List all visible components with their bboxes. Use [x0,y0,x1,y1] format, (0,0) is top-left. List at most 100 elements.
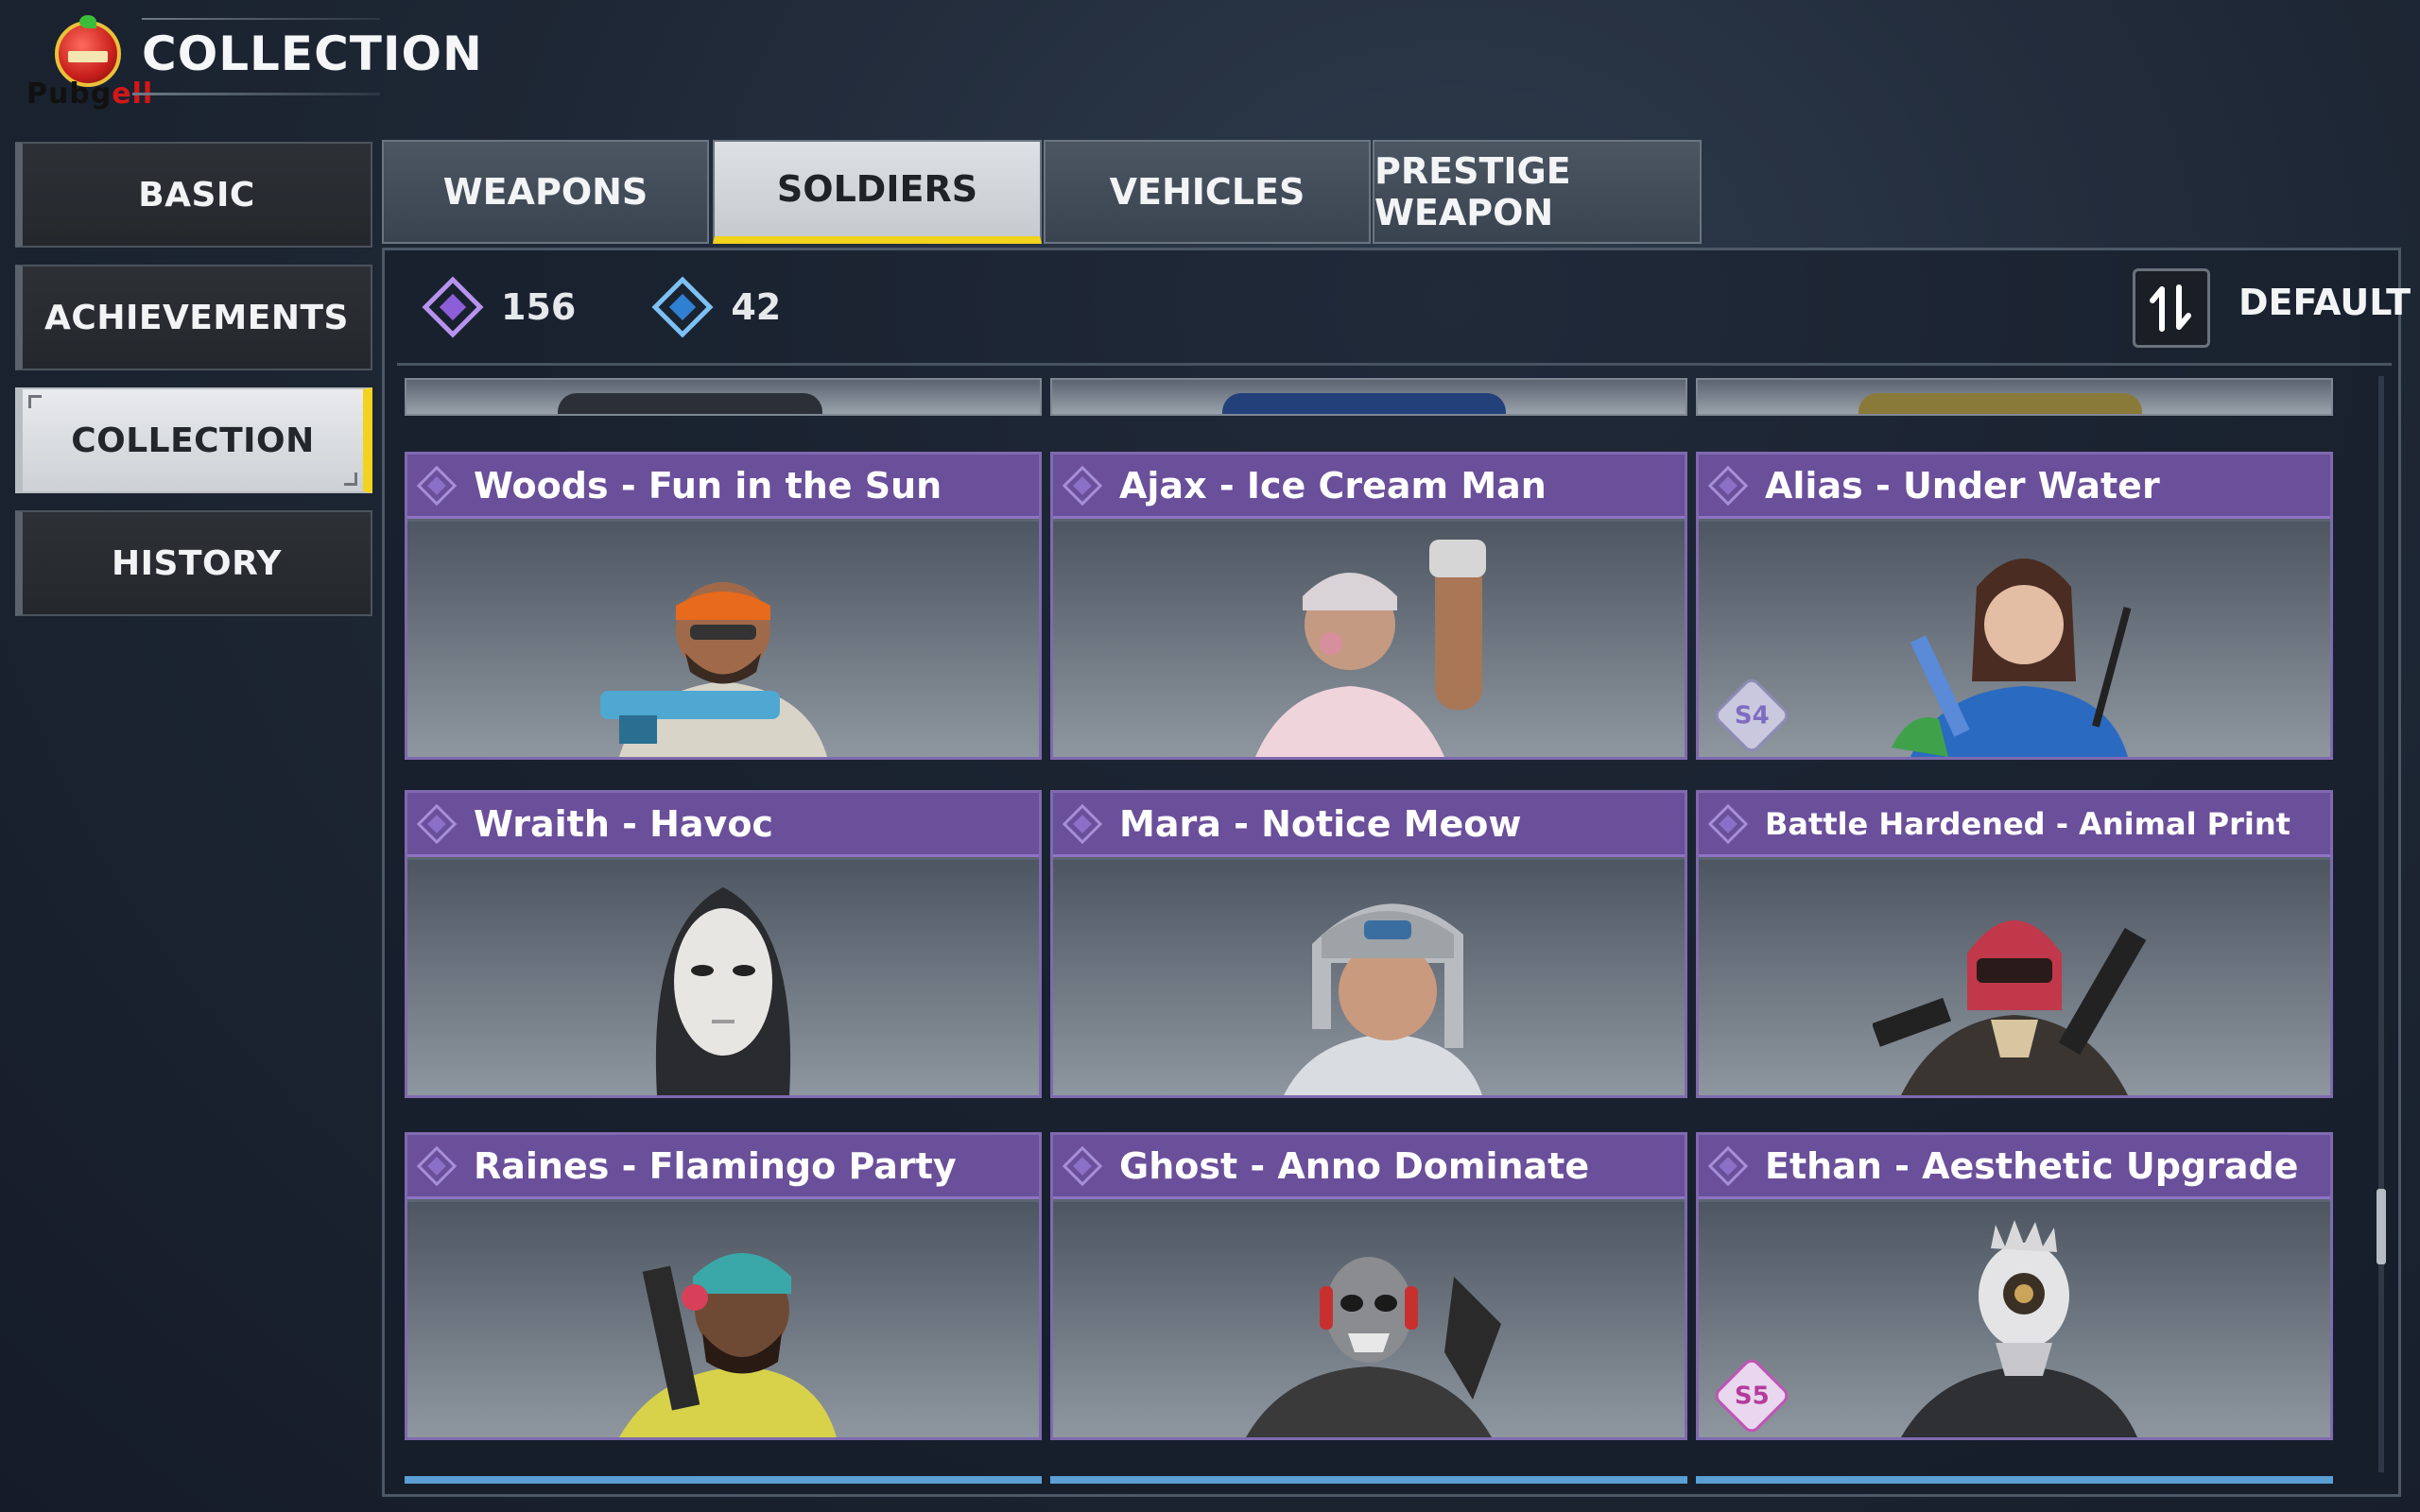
sort-button[interactable] [2133,268,2210,348]
logo-leaf [79,15,96,28]
soldier-portrait [1255,540,1486,757]
card-title-bar: Alias - Under Water [1699,455,2330,519]
portrait-peek [1858,393,2142,414]
rarity-stats: 156 42 [422,274,866,340]
soldier-card[interactable]: Battle Hardened - Animal Print [1696,790,2333,1098]
portrait-peek [1222,393,1506,414]
soldier-portrait [619,1253,837,1437]
sidebar-item-basic[interactable]: BASIC [15,142,372,248]
card-peek [1696,378,2333,416]
soldier-card[interactable]: Ethan - Aesthetic Upgrade S5 [1696,1132,2333,1440]
purple-diamond-icon [422,276,484,338]
stats-divider [397,363,2392,366]
card-title: Ghost - Anno Dominate [1119,1144,1590,1187]
corner-bracket [344,472,357,486]
card-image [1053,1202,1685,1437]
tab-label: PRESTIGE WEAPON [1374,150,1571,233]
card-title-bar: Mara - Notice Meow [1053,793,1685,857]
card-title-bar: Ajax - Ice Cream Man [1053,455,1685,519]
scroll-track [2378,376,2384,1472]
soldier-card[interactable]: Woods - Fun in the Sun [405,452,1042,760]
soldier-portrait [1284,903,1482,1095]
sidebar-item-label: HISTORY [112,543,282,583]
soldier-portrait [1901,1220,2137,1437]
card-peek [1050,1476,1687,1484]
sort-toggle-icon [2150,284,2191,332]
rarity-diamond-icon [1707,1145,1749,1186]
sidebar-item-label: BASIC [138,175,255,215]
card-peek [1696,1476,2333,1484]
rarity-diamond-icon [416,1145,458,1186]
sidebar-item-label: ACHIEVEMENTS [44,298,349,337]
card-title-bar: Wraith - Havoc [407,793,1039,857]
card-image [407,522,1039,757]
card-title: Battle Hardened - Animal Print [1765,805,2290,842]
sidebar-item-label: COLLECTION [71,421,315,460]
rarity-diamond-icon [1062,465,1103,506]
card-image: S5 [1699,1202,2330,1437]
card-title: Woods - Fun in the Sun [474,464,942,507]
soldier-portrait [655,887,791,1095]
soldier-card[interactable]: Mara - Notice Meow [1050,790,1687,1098]
sidebar-item-history[interactable]: HISTORY [15,510,372,616]
card-title-bar: Ethan - Aesthetic Upgrade [1699,1135,2330,1199]
card-image: S4 [1699,522,2330,757]
season-badge-icon: S5 [1711,1355,1792,1436]
card-image [407,1202,1039,1437]
sidebar-item-achievements[interactable]: ACHIEVEMENTS [15,265,372,370]
rarity-diamond-icon [416,803,458,844]
tab-prestige-weapon[interactable]: PRESTIGE WEAPON [1373,140,1702,244]
tab-label: VEHICLES [1109,171,1305,213]
sort-label: DEFAULT [2238,282,2411,323]
soldier-card[interactable]: Ajax - Ice Cream Man [1050,452,1687,760]
card-image [1053,860,1685,1095]
page-title: COLLECTION [142,26,483,81]
card-title: Mara - Notice Meow [1119,802,1522,845]
soldier-portrait [1246,1257,1501,1437]
sidebar-item-collection[interactable]: COLLECTION [15,387,372,493]
soldier-card[interactable]: Raines - Flamingo Party [405,1132,1042,1440]
rarity-diamond-icon [1062,803,1103,844]
card-title: Alias - Under Water [1765,464,2160,507]
tab-soldiers[interactable]: SOLDIERS [713,140,1042,244]
soldier-card[interactable]: Ghost - Anno Dominate [1050,1132,1687,1440]
rarity-diamond-icon [1062,1145,1103,1186]
card-title: Wraith - Havoc [474,802,773,845]
card-peek [1050,378,1687,416]
rarity-diamond-icon [1707,465,1749,506]
card-title-bar: Woods - Fun in the Sun [407,455,1039,519]
scrollbar-thumb[interactable] [2377,1189,2386,1264]
soldier-portrait [1873,920,2147,1095]
portrait-peek [558,393,822,414]
header-divider-top [142,18,380,20]
card-image [407,860,1039,1095]
app-logo: Pubgell [26,15,152,111]
tab-vehicles[interactable]: VEHICLES [1044,140,1371,244]
blue-rarity-count: 42 [731,286,782,328]
card-title-bar: Battle Hardened - Animal Print [1699,793,2330,857]
soldier-card[interactable]: Wraith - Havoc [405,790,1042,1098]
card-image [1699,860,2330,1095]
card-peek [405,1476,1042,1484]
card-title-bar: Raines - Flamingo Party [407,1135,1039,1199]
rarity-diamond-icon [1707,803,1749,844]
card-image [1053,522,1685,757]
blue-rarity-stat: 42 [651,276,782,338]
purple-rarity-count: 156 [501,286,577,328]
card-title: Ethan - Aesthetic Upgrade [1765,1144,2299,1187]
card-title: Ajax - Ice Cream Man [1119,464,1547,507]
rarity-diamond-icon [416,465,458,506]
tab-weapons[interactable]: WEAPONS [382,140,709,244]
soldier-portrait [600,582,827,757]
soldier-card[interactable]: Alias - Under Water S4 [1696,452,2333,760]
purple-rarity-stat: 156 [422,276,577,338]
card-title-bar: Ghost - Anno Dominate [1053,1135,1685,1199]
tab-label: WEAPONS [442,171,648,213]
tab-label: SOLDIERS [776,168,978,210]
header-divider [132,93,380,95]
card-peek [405,378,1042,416]
blue-diamond-icon [651,276,714,338]
card-title: Raines - Flamingo Party [474,1144,957,1187]
soldier-portrait [1892,558,2132,757]
corner-bracket [28,395,42,408]
